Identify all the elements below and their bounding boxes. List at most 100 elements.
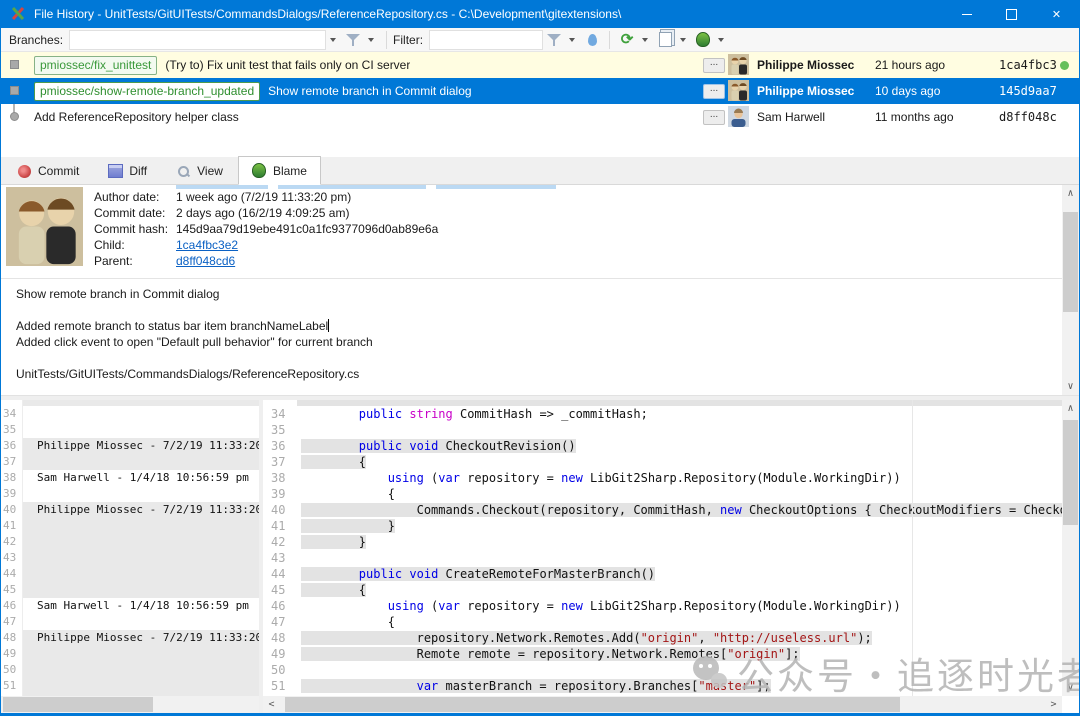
hash-link[interactable]: d8ff048cd6: [176, 254, 235, 268]
toolbar-separator: [386, 31, 387, 49]
filter-dropdown-icon[interactable]: [569, 38, 575, 42]
message-vertical-scrollbar[interactable]: ∧ ∨: [1062, 185, 1079, 395]
more-button[interactable]: ...: [703, 110, 725, 125]
code-token: ];: [785, 647, 799, 661]
commit-info-panel[interactable]: Author date:1 week ago (7/2/19 11:33:20 …: [1, 185, 1062, 278]
info-label: Commit hash:: [94, 221, 176, 237]
code-line-number-gutter: 343536373839404142434445464748495051: [263, 400, 297, 713]
author-name: Philippe Miossec: [757, 52, 854, 78]
code-token: CheckoutRevision(): [438, 439, 575, 453]
line-number: 40: [271, 502, 297, 518]
code-token: }: [301, 535, 366, 549]
commit-message-line: [16, 302, 1062, 318]
commit-subject: Show remote branch in Commit dialog: [268, 78, 471, 104]
minimize-button[interactable]: [944, 0, 989, 28]
blame-highlight: repository.Network.Remotes.Add("origin",…: [301, 631, 872, 645]
commit-info-row: Child:1ca4fbc3e2: [94, 237, 1062, 253]
commit-row-left: pmiossec/show-remote-branch_updated Show …: [34, 78, 699, 104]
code-token: LibGit2Sharp.Repository(Module.WorkingDi…: [583, 471, 901, 485]
line-number: 41: [3, 518, 22, 534]
commit-row[interactable]: pmiossec/fix_unittest (Try to) Fix unit t…: [1, 52, 1079, 78]
blame-authors-pane[interactable]: 34353637383940414243444546474849505152 P…: [1, 400, 259, 713]
toolbar-separator: [609, 31, 610, 49]
column-ruler: [912, 400, 913, 713]
tab-diff[interactable]: Diff: [94, 158, 161, 184]
line-number: 45: [3, 582, 22, 598]
close-button[interactable]: ✕: [1034, 0, 1079, 28]
scrollbar-thumb[interactable]: [3, 697, 153, 712]
commit-row[interactable]: Add ReferenceRepository helper class... S…: [1, 104, 1079, 130]
filter-label: Filter:: [393, 33, 423, 47]
settings-dropdown-icon[interactable]: [718, 38, 724, 42]
window-client-area: File History - UnitTests/GitUITests/Comm…: [1, 0, 1079, 713]
line-number: 46: [271, 598, 297, 614]
commit-info-row: Parent:d8ff048cd6: [94, 253, 1062, 269]
blame-horizontal-scrollbar[interactable]: [1, 696, 259, 713]
line-number: 39: [271, 486, 297, 502]
branches-combobox[interactable]: [69, 30, 326, 50]
code-token: repository =: [460, 599, 561, 613]
info-value: 2 days ago (16/2/19 4:09:25 am): [176, 206, 349, 220]
blame-author-line: [23, 406, 259, 422]
tab-blame[interactable]: Blame: [238, 156, 321, 185]
code-content[interactable]: public string CommitHash => _commitHash;…: [297, 400, 1062, 713]
blame-authors-content[interactable]: Philippe Miossec - 7/2/19 11:33:20 pmSam…: [23, 400, 259, 713]
more-button[interactable]: ...: [703, 84, 725, 99]
code-vertical-scrollbar[interactable]: ∧ ∨: [1062, 400, 1079, 696]
scroll-up-icon[interactable]: ∧: [1062, 185, 1079, 202]
tab-label: View: [197, 164, 223, 178]
author-name: Sam Harwell: [757, 104, 825, 130]
commit-info-fields: Author date:1 week ago (7/2/19 11:33:20 …: [94, 189, 1062, 269]
commit-subject: (Try to) Fix unit test that fails only o…: [165, 52, 410, 78]
blame-author-line: [23, 566, 259, 582]
line-number: 35: [271, 422, 297, 438]
code-pane[interactable]: 343536373839404142434445464748495051 pub…: [263, 400, 1062, 713]
branch-filter-funnel-icon[interactable]: [345, 32, 361, 48]
branches-dropdown-icon[interactable]: [330, 38, 336, 42]
commit-row[interactable]: pmiossec/show-remote-branch_updated Show …: [1, 78, 1079, 104]
code-horizontal-scrollbar[interactable]: < >: [263, 696, 1062, 713]
filter-funnel-icon[interactable]: [546, 32, 562, 48]
branch-filter-dropdown-icon[interactable]: [368, 38, 374, 42]
branches-label: Branches:: [9, 33, 63, 47]
commit-row-left: Add ReferenceRepository helper class: [34, 104, 699, 130]
refresh-icon[interactable]: ⟳: [619, 32, 635, 48]
tab-commit[interactable]: Commit: [3, 158, 93, 184]
scrollbar-thumb[interactable]: [285, 697, 900, 712]
code-line: }: [297, 534, 1062, 550]
line-number: 34: [3, 406, 22, 422]
branch-badge[interactable]: pmiossec/show-remote-branch_updated: [34, 82, 260, 101]
scroll-down-icon[interactable]: ∨: [1062, 378, 1079, 395]
scroll-up-icon[interactable]: ∧: [1062, 400, 1079, 417]
scrollbar-thumb[interactable]: [1063, 420, 1078, 525]
scrollbar-thumb[interactable]: [1063, 212, 1078, 312]
maximize-button[interactable]: [989, 0, 1034, 28]
scroll-left-icon[interactable]: <: [263, 696, 280, 713]
filter-input[interactable]: [429, 30, 543, 50]
tab-view[interactable]: View: [162, 158, 237, 184]
toolbar: Branches: Filter: ⟳: [1, 28, 1079, 52]
scroll-down-icon[interactable]: ∨: [1062, 679, 1079, 696]
scripts-dropdown-icon[interactable]: [680, 38, 686, 42]
code-line: {: [297, 614, 1062, 630]
blame-highlight: }: [301, 535, 366, 549]
hash-link[interactable]: 1ca4fbc3e2: [176, 238, 238, 252]
settings-bug-icon[interactable]: [695, 32, 711, 48]
line-number: 51: [3, 678, 22, 694]
refresh-dropdown-icon[interactable]: [642, 38, 648, 42]
scripts-documents-icon[interactable]: [657, 32, 673, 48]
blue-pin-icon[interactable]: [584, 32, 600, 48]
code-token: new: [561, 599, 583, 613]
more-button[interactable]: ...: [703, 58, 725, 73]
commit-message-line: [16, 350, 1062, 366]
blame-highlight: var masterBranch = repository.Branches["…: [301, 679, 771, 693]
commit-info-row: Author date:1 week ago (7/2/19 11:33:20 …: [94, 189, 1062, 205]
text-caret: [328, 319, 329, 332]
file-history-window: File History - UnitTests/GitUITests/Comm…: [0, 0, 1080, 716]
code-line: {: [297, 486, 1062, 502]
commit-date: 10 days ago: [875, 78, 940, 104]
line-number: 47: [271, 614, 297, 630]
commit-message-panel[interactable]: Show remote branch in Commit dialog Adde…: [1, 278, 1062, 395]
scroll-right-icon[interactable]: >: [1045, 696, 1062, 713]
branch-badge[interactable]: pmiossec/fix_unittest: [34, 56, 157, 75]
